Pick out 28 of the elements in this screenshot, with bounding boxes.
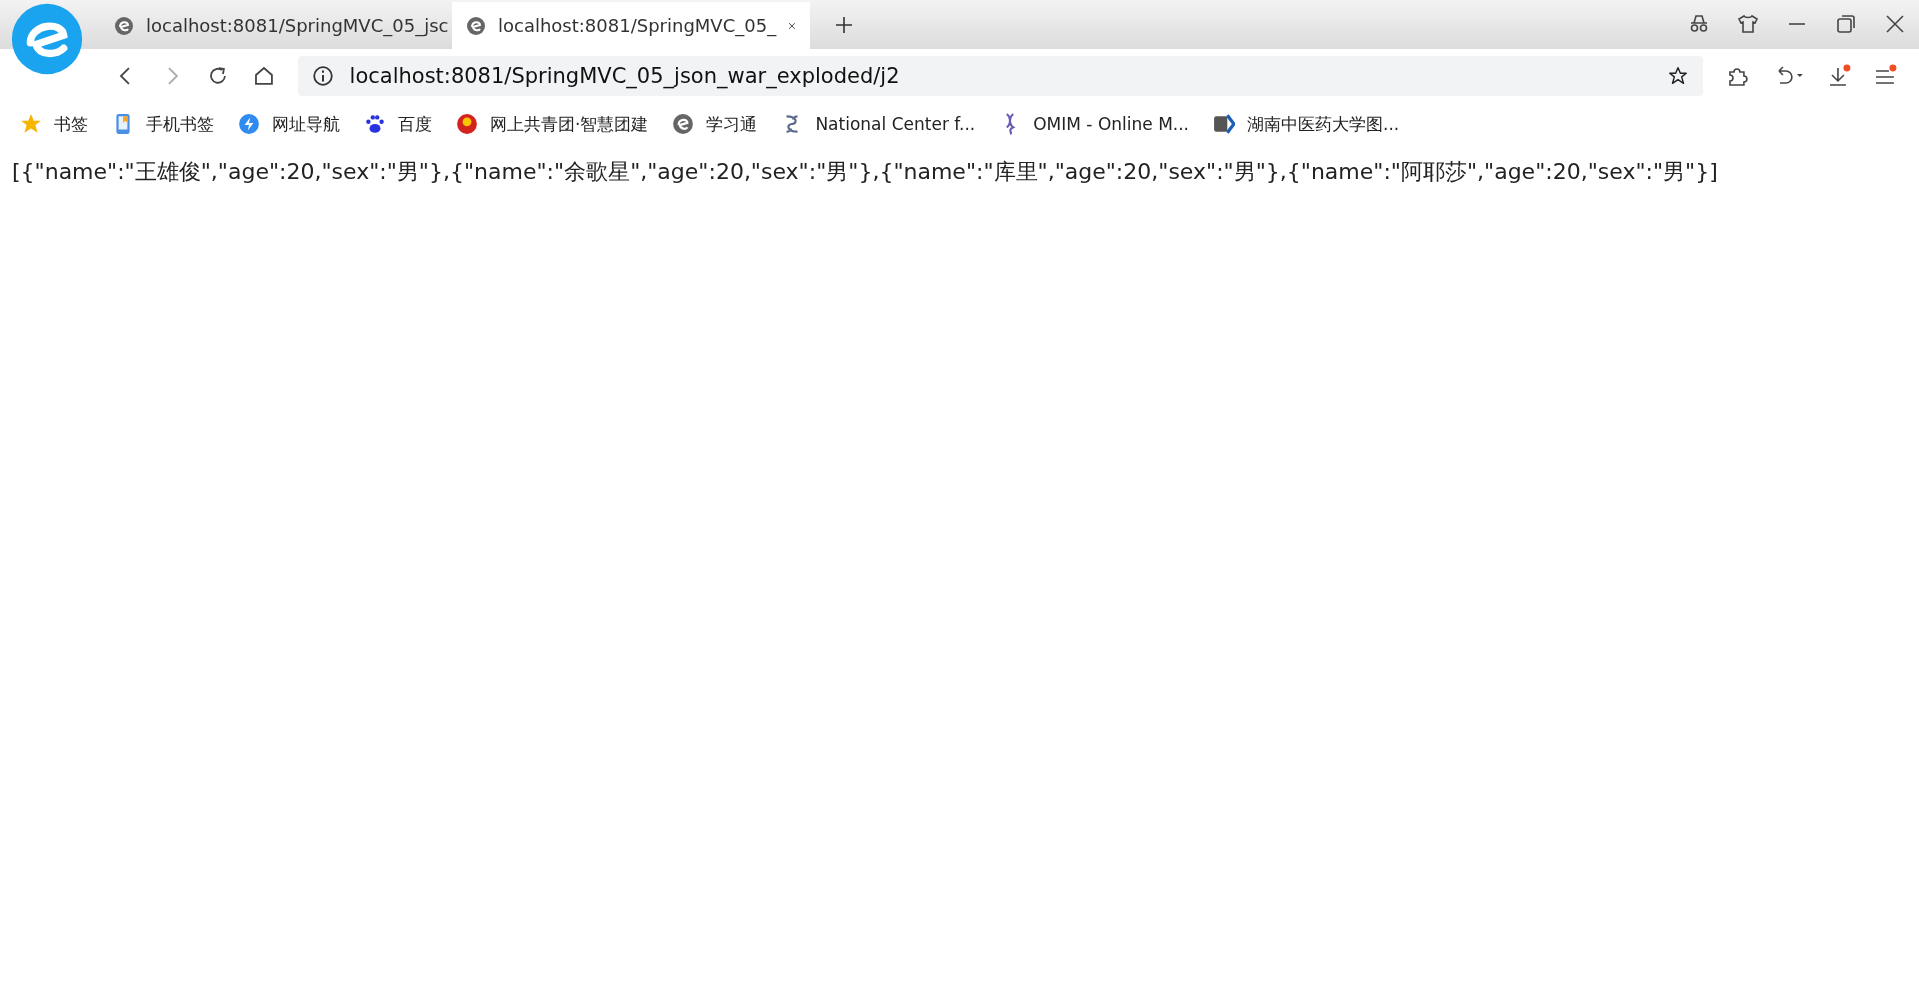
restore-icon[interactable] [1834, 12, 1858, 36]
bookmark-item[interactable]: 湖南中医药大学图... [1213, 112, 1400, 136]
bookmark-icon [456, 113, 478, 135]
bookmark-star-icon[interactable] [1667, 65, 1690, 87]
new-tab-icon[interactable] [834, 15, 854, 35]
bookmark-icon [238, 113, 260, 135]
json-response-text: [{"name":"王雄俊","age":20,"sex":"男"},{"name":"余歌星","age":20,"sex":"男"},{"name":"库里","age":20,"sex":"男"},{"name":"阿耶莎","age":20,"sex":"男"}] [12, 158, 1718, 186]
bookmark-item[interactable]: 学习通 [672, 112, 758, 136]
bookmark-icon [364, 113, 386, 135]
browser-tab[interactable]: localhost:8081/SpringMVC_05_jsc [100, 2, 452, 49]
bookmark-item[interactable]: 网址导航 [238, 112, 340, 136]
bookmark-item[interactable]: 手机书签 [112, 112, 214, 136]
bookmark-item[interactable]: 书签 [20, 112, 88, 136]
bookmark-icon [20, 113, 42, 135]
address-bar[interactable]: localhost:8081/SpringMVC_05_json_war_exploded/j2 [297, 56, 1704, 96]
url-text: localhost:8081/SpringMVC_05_json_war_exploded/j2 [349, 64, 900, 88]
browser-tab[interactable]: localhost:8081/SpringMVC_05_ [452, 2, 810, 49]
bookmark-item[interactable]: 百度 [364, 112, 432, 136]
bookmark-item[interactable]: 网上共青团·智慧团建 [456, 112, 649, 136]
shirt-icon[interactable] [1736, 12, 1760, 36]
site-icon [466, 15, 486, 36]
info-icon[interactable] [311, 65, 334, 87]
download-icon[interactable] [1827, 64, 1852, 88]
bookmark-icon [1213, 113, 1236, 135]
bookmark-item[interactable]: National Center f... [781, 113, 976, 135]
bookmark-icon [672, 113, 695, 135]
site-icon [114, 15, 134, 36]
bookmark-item[interactable]: OMIM - Online M... [999, 113, 1190, 135]
